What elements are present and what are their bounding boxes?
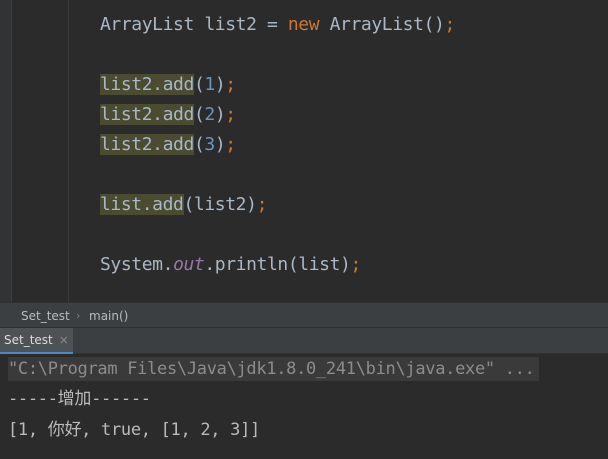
- breadcrumb-item-class[interactable]: Set_test: [21, 303, 70, 329]
- code-line-4[interactable]: list2.add(3);: [100, 134, 236, 156]
- semicolon: ;: [225, 104, 236, 125]
- number-literal: 1: [204, 74, 215, 95]
- code-line-3[interactable]: list2.add(2);: [100, 104, 236, 126]
- code-paren: (: [193, 74, 205, 95]
- code-line-6[interactable]: System.out.println(list);: [100, 254, 361, 276]
- semicolon: ;: [225, 134, 236, 155]
- run-tab-label: Set_test: [4, 333, 53, 347]
- close-icon[interactable]: ×: [59, 334, 69, 346]
- chevron-right-icon: ›: [76, 309, 81, 322]
- code-args: (list2): [183, 194, 257, 215]
- editor-gutter: [0, 0, 12, 302]
- code-class: System.: [100, 254, 174, 275]
- run-tab[interactable]: Set_test ×: [0, 328, 73, 354]
- number-literal: 2: [204, 104, 215, 125]
- console-line: -----增加------: [8, 389, 151, 409]
- semicolon: ;: [444, 14, 455, 35]
- highlighted-call: list2.add: [100, 104, 194, 125]
- semicolon: ;: [256, 194, 268, 215]
- semicolon: ;: [225, 74, 236, 95]
- code-line-1[interactable]: ArrayList list2 = new ArrayList();: [100, 14, 455, 36]
- code-paren: (: [193, 134, 205, 155]
- console-command-line: "C:\Program Files\Java\jdk1.8.0_241\bin\…: [8, 357, 539, 381]
- code-line-5[interactable]: list.add(list2);: [100, 194, 267, 216]
- code-parens: (): [423, 14, 445, 35]
- code-editor[interactable]: ArrayList list2 = new ArrayList(); list2…: [0, 0, 608, 302]
- code-paren: (: [193, 104, 205, 125]
- console-line: [1, 你好, true, [1, 2, 3]]: [8, 420, 260, 440]
- code-method: .println(list): [204, 254, 351, 275]
- console-output[interactable]: "C:\Program Files\Java\jdk1.8.0_241\bin\…: [0, 354, 608, 459]
- ide-window: ArrayList list2 = new ArrayList(); list2…: [0, 0, 608, 459]
- highlighted-call: list2.add: [100, 134, 194, 155]
- number-literal: 3: [204, 134, 215, 155]
- run-tool-window-header: Set_test ×: [0, 328, 608, 354]
- code-paren: ): [214, 104, 226, 125]
- code-text: ArrayList list2 =: [100, 14, 288, 35]
- indent-guide: [68, 0, 69, 302]
- highlighted-call: list2.add: [100, 74, 194, 95]
- breadcrumb-item-method[interactable]: main(): [89, 303, 128, 329]
- code-paren: ): [214, 134, 226, 155]
- code-paren: ): [214, 74, 226, 95]
- code-text: ArrayList: [319, 14, 424, 35]
- breadcrumb: Set_test › main(): [0, 302, 608, 328]
- highlighted-call: list.add: [100, 194, 184, 215]
- semicolon: ;: [350, 254, 362, 275]
- keyword-new: new: [287, 14, 320, 35]
- static-field: out: [173, 254, 205, 275]
- code-line-2[interactable]: list2.add(1);: [100, 74, 236, 96]
